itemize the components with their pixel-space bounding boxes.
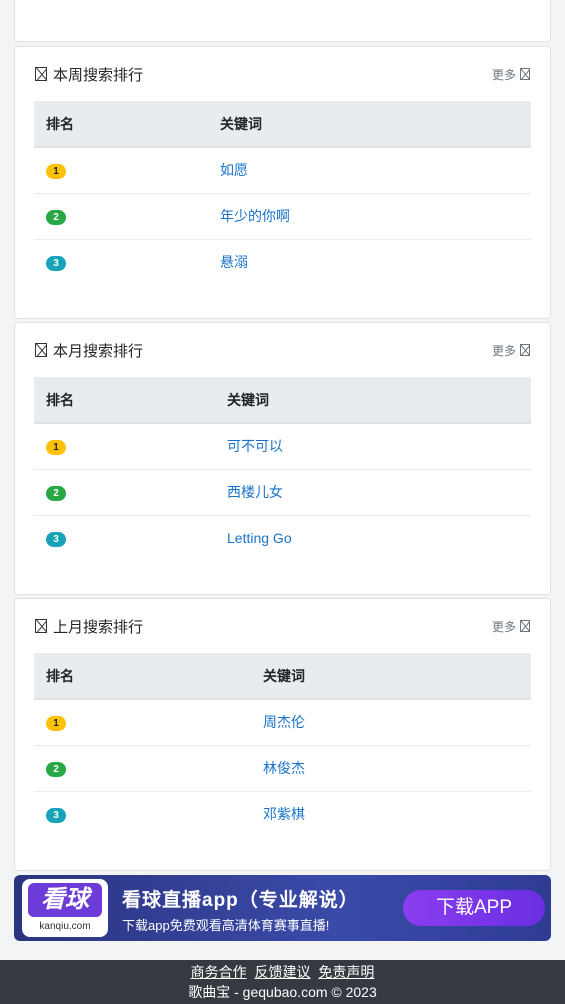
chevron-right-icon <box>520 344 530 356</box>
rank-header: 排名 <box>34 101 208 148</box>
keyword-header: 关键词 <box>208 101 531 148</box>
table-row: 3 悬溺 <box>34 239 531 285</box>
banner-subtitle: 下载app免费观看高清体育赛事直播! <box>122 918 330 933</box>
list-icon <box>35 619 47 633</box>
ranking-table: 排名 关键词 1 可不可以 2 西楼儿女 3 Letting Go <box>34 377 531 561</box>
weekly-ranking-card: 本周搜索排行 更多 排名 关键词 1 如愿 2 年少的你啊 3 悬溺 <box>14 46 551 319</box>
keyword-link[interactable]: 如愿 <box>220 162 248 178</box>
keyword-header: 关键词 <box>215 377 531 424</box>
more-link[interactable]: 更多 <box>492 66 530 83</box>
ranking-table: 排名 关键词 1 周杰伦 2 林俊杰 3 邓紫棋 <box>34 653 531 837</box>
rank-header: 排名 <box>34 653 251 700</box>
rank-badge: 3 <box>46 808 66 824</box>
footer-links: 商务合作 反馈建议 免责声明 <box>0 960 565 982</box>
previous-card-bottom <box>14 0 551 42</box>
banner-title: 看球直播app（专业解说） <box>122 890 359 911</box>
feedback-link[interactable]: 反馈建议 <box>255 964 311 980</box>
table-row: 1 如愿 <box>34 147 531 194</box>
list-icon <box>35 67 47 81</box>
rank-badge: 3 <box>46 256 66 272</box>
keyword-link[interactable]: 周杰伦 <box>263 714 305 730</box>
table-row: 2 西楼儿女 <box>34 469 531 516</box>
rank-badge: 1 <box>46 440 66 456</box>
table-row: 3 邓紫棋 <box>34 791 531 837</box>
table-row: 2 年少的你啊 <box>34 193 531 240</box>
keyword-link[interactable]: 年少的你啊 <box>220 208 290 224</box>
rank-badge: 3 <box>46 532 66 548</box>
keyword-link[interactable]: 悬溺 <box>220 254 248 270</box>
copyright: 歌曲宝 - gequbao.com © 2023 <box>188 984 377 1000</box>
kanqiu-logo: 看球 kanqiu.com <box>22 879 108 937</box>
footer: 商务合作 反馈建议 免责声明 歌曲宝 - gequbao.com © 2023 <box>0 960 565 1004</box>
table-row: 1 可不可以 <box>34 423 531 470</box>
chevron-right-icon <box>520 620 530 632</box>
card-title: 本周搜索排行 <box>35 64 143 85</box>
keyword-header: 关键词 <box>251 653 531 700</box>
keyword-link[interactable]: 西楼儿女 <box>227 484 283 500</box>
business-link[interactable]: 商务合作 <box>191 964 247 980</box>
monthly-ranking-card: 本月搜索排行 更多 排名 关键词 1 可不可以 2 西楼儿女 3 Letting… <box>14 322 551 595</box>
ranking-table: 排名 关键词 1 如愿 2 年少的你啊 3 悬溺 <box>34 101 531 285</box>
keyword-link[interactable]: 可不可以 <box>227 438 283 454</box>
keyword-link[interactable]: 林俊杰 <box>263 760 305 776</box>
rank-badge: 1 <box>46 164 66 180</box>
more-link[interactable]: 更多 <box>492 618 530 635</box>
last-month-ranking-card: 上月搜索排行 更多 排名 关键词 1 周杰伦 2 林俊杰 3 邓紫棋 <box>14 598 551 871</box>
list-icon <box>35 343 47 357</box>
chevron-right-icon <box>520 68 530 80</box>
card-title: 本月搜索排行 <box>35 340 143 361</box>
rank-badge: 1 <box>46 716 66 732</box>
download-app-button[interactable]: 下载APP <box>403 890 545 926</box>
rank-badge: 2 <box>46 210 66 225</box>
app-download-banner[interactable]: 看球 kanqiu.com 看球直播app（专业解说） 下载app免费观看高清体… <box>14 875 551 941</box>
keyword-link[interactable]: Letting Go <box>227 530 292 546</box>
keyword-link[interactable]: 邓紫棋 <box>263 806 305 822</box>
rank-header: 排名 <box>34 377 215 424</box>
table-row: 3 Letting Go <box>34 515 531 561</box>
card-title: 上月搜索排行 <box>35 616 143 637</box>
disclaimer-link[interactable]: 免责声明 <box>318 964 374 980</box>
rank-badge: 2 <box>46 762 66 777</box>
rank-badge: 2 <box>46 486 66 501</box>
table-row: 1 周杰伦 <box>34 699 531 746</box>
more-link[interactable]: 更多 <box>492 342 530 359</box>
table-row: 2 林俊杰 <box>34 745 531 792</box>
